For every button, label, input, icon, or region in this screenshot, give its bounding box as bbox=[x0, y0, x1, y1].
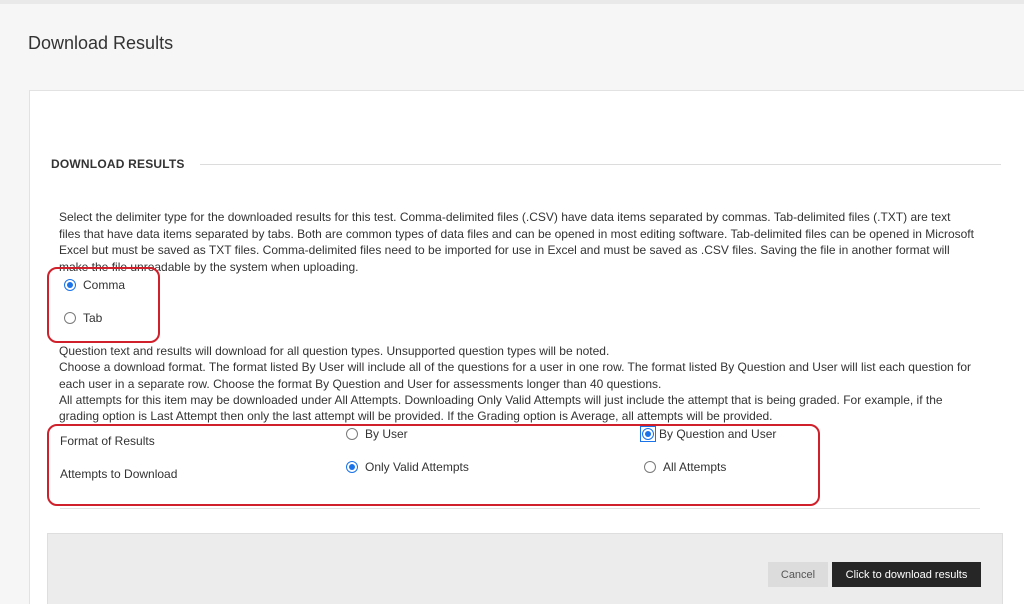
cancel-button[interactable]: Cancel bbox=[768, 562, 828, 587]
download-results-button[interactable]: Click to download results bbox=[832, 562, 981, 587]
info-download-format: Choose a download format. The format lis… bbox=[59, 360, 972, 391]
section-heading: DOWNLOAD RESULTS bbox=[51, 157, 185, 171]
form-divider bbox=[60, 508, 980, 509]
section-divider bbox=[200, 164, 1001, 165]
annotation-delimiter-box bbox=[47, 267, 160, 343]
info-question-types: Question text and results will download … bbox=[59, 344, 610, 358]
info-attempts: All attempts for this item may be downlo… bbox=[59, 392, 943, 424]
download-info: Question text and results will download … bbox=[59, 343, 974, 424]
top-border bbox=[0, 0, 1024, 4]
delimiter-description: Select the delimiter type for the downlo… bbox=[59, 210, 974, 274]
page-title: Download Results bbox=[28, 33, 174, 53]
annotation-format-box bbox=[47, 424, 820, 506]
